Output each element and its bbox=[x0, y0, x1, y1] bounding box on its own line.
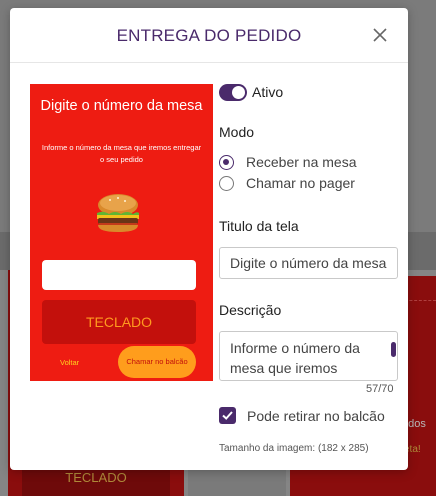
description-label: Descrição bbox=[219, 302, 282, 318]
screen-title-label: Titulo da tela bbox=[219, 218, 299, 234]
radio-label: Receber na mesa bbox=[246, 154, 357, 170]
toggle-knob bbox=[232, 86, 245, 99]
image-size-text: Tamanho da imagem: (182 x 285) bbox=[219, 443, 369, 454]
burger-icon bbox=[97, 194, 139, 232]
radio-call-pager[interactable]: Chamar no pager bbox=[219, 174, 355, 192]
description-char-counter: 57/70 bbox=[366, 383, 394, 395]
screen-title-input[interactable] bbox=[219, 247, 398, 279]
radio-button-selected[interactable] bbox=[219, 154, 234, 170]
modal-header: ENTREGA DO PEDIDO bbox=[10, 8, 408, 63]
mode-label: Modo bbox=[219, 124, 255, 140]
preview-subtitle: Informe o número da mesa que iremos entr… bbox=[41, 143, 202, 164]
screen-preview: Digite o número da mesa Informe o número… bbox=[30, 84, 213, 381]
preview-back-link: Voltar bbox=[60, 358, 80, 367]
pickup-label: Pode retirar no balcão bbox=[247, 408, 385, 424]
preview-number-input bbox=[42, 260, 196, 290]
preview-title: Digite o número da mesa bbox=[40, 98, 203, 114]
radio-receive-at-table[interactable]: Receber na mesa bbox=[219, 153, 357, 171]
modal-title: ENTREGA DO PEDIDO bbox=[116, 26, 302, 45]
radio-button[interactable] bbox=[219, 175, 234, 191]
close-icon bbox=[373, 28, 387, 42]
active-label: Ativo bbox=[252, 84, 284, 100]
delivery-modal: ENTREGA DO PEDIDO Digite o número da mes… bbox=[10, 8, 408, 470]
checkmark-icon bbox=[222, 411, 233, 420]
close-button[interactable] bbox=[370, 25, 390, 45]
preview-call-counter-button: Chamar no balcão bbox=[118, 346, 196, 378]
radio-label: Chamar no pager bbox=[246, 175, 355, 191]
description-textarea[interactable]: Informe o número da mesa que iremos bbox=[219, 331, 398, 381]
active-toggle[interactable] bbox=[219, 84, 247, 101]
pickup-checkbox[interactable] bbox=[219, 407, 236, 424]
preview-keypad-button: TECLADO bbox=[42, 300, 196, 344]
description-scrollbar[interactable] bbox=[391, 342, 396, 357]
